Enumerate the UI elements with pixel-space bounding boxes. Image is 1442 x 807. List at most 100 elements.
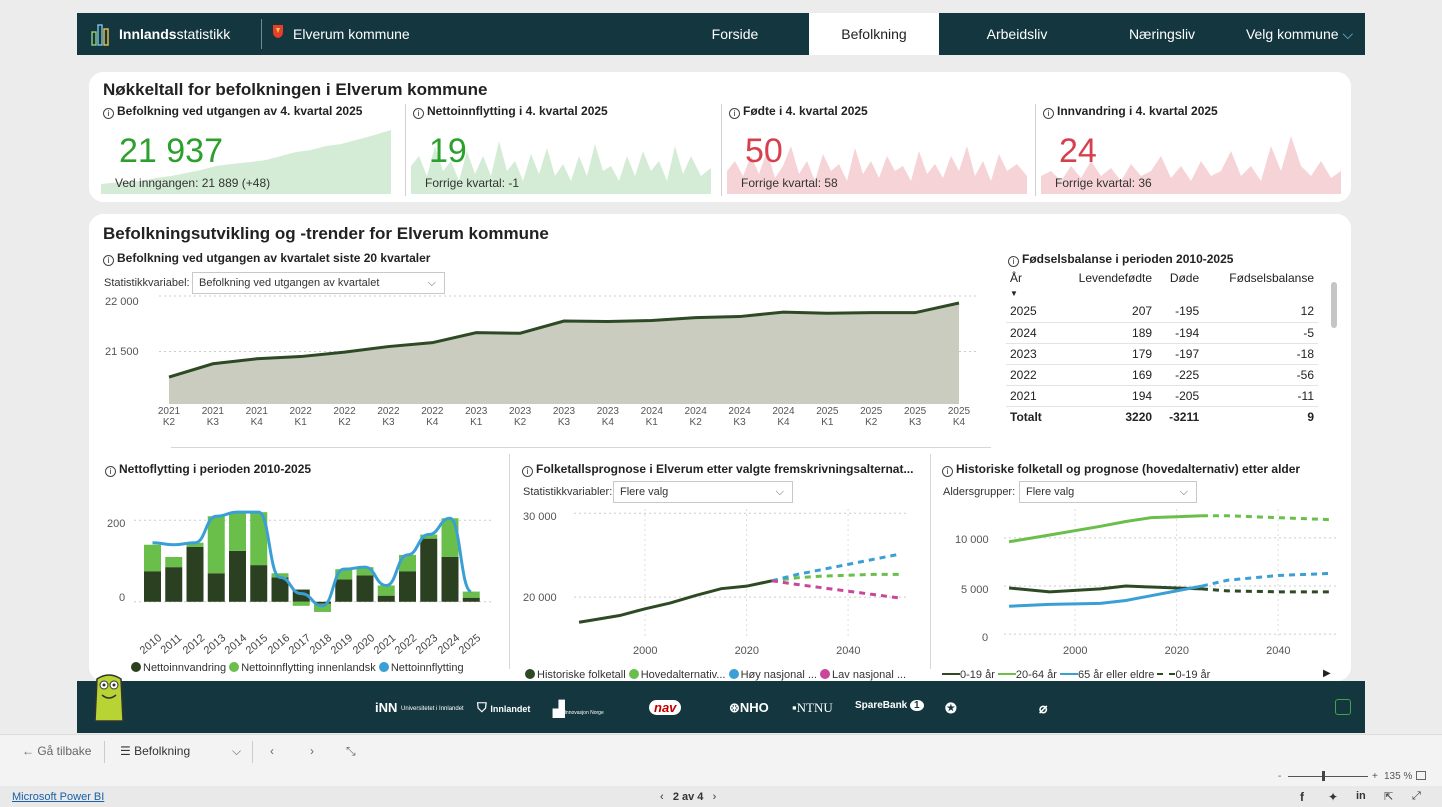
cell: 2024 xyxy=(1006,322,1056,344)
sponsor-sparebank[interactable]: SpareBank 1 xyxy=(855,700,924,711)
col-header-levendefodte[interactable]: Levendefødte xyxy=(1055,271,1156,301)
trends-title: Befolkningsutvikling og -trender for Elv… xyxy=(103,224,549,243)
kommune-name: Elverum kommune xyxy=(293,26,410,42)
sponsor-logo[interactable]: ⌀ xyxy=(1039,700,1047,717)
x-tick: 2017 xyxy=(286,632,313,657)
col-header-aar[interactable]: År ▼ xyxy=(1006,271,1055,301)
expand-icon[interactable]: ⤢ xyxy=(1412,790,1421,803)
x-tick: 2020 xyxy=(1164,645,1190,657)
cell: -56 xyxy=(1203,364,1318,386)
legend-item[interactable]: Nettoinnflytting innenlandsk xyxy=(229,662,376,674)
tab-forside[interactable]: Forside xyxy=(685,13,785,55)
brand-name: Innlandsstatistikk xyxy=(119,26,231,42)
cell: 3220 xyxy=(1125,409,1153,424)
zoom-level: 135 % xyxy=(1384,771,1413,782)
stat-dropdown[interactable]: Befolkning ved utgangen av kvartalet ⌵ xyxy=(192,272,445,294)
info-icon[interactable]: i xyxy=(103,108,114,119)
info-icon[interactable]: i xyxy=(105,466,116,477)
zoom-slider[interactable] xyxy=(1288,776,1368,777)
powerbi-link[interactable]: Microsoft Power BI xyxy=(12,791,104,803)
kpi-label: i Befolkning ved utgangen av 4. kvartal 2… xyxy=(103,104,362,119)
y-tick: 20 000 xyxy=(523,592,557,604)
y-tick: 22 000 xyxy=(105,296,139,308)
twitter-icon[interactable]: ✦ xyxy=(1328,790,1338,804)
kpi-value: 19 xyxy=(429,132,467,170)
nho-icon: ⊛ xyxy=(729,700,740,715)
sponsor-inn[interactable]: iNN Universitetet i Innlandet xyxy=(375,700,464,715)
x-tick: 2000 xyxy=(1063,645,1088,657)
sponsor-innlandet[interactable]: ⛉ Innlandet xyxy=(477,700,530,716)
col-header-fodselsbalanse[interactable]: Fødselsbalanse xyxy=(1203,271,1318,301)
x-tick: 2025 K3 xyxy=(903,406,927,428)
table-scrollbar[interactable] xyxy=(1331,282,1337,328)
chevron-down-icon[interactable]: ⌵ xyxy=(232,744,241,759)
cell: -205 xyxy=(1156,385,1204,407)
zoom-in-button[interactable]: + xyxy=(1372,771,1378,782)
facebook-icon[interactable]: f xyxy=(1300,790,1304,804)
app-icon[interactable] xyxy=(1335,699,1351,715)
bar-nettoinnvandring xyxy=(441,556,459,602)
info-icon[interactable]: i xyxy=(942,466,953,477)
sponsor-nho[interactable]: ⊛NHO xyxy=(729,700,769,716)
circle-slash-icon: ⌀ xyxy=(1039,700,1048,716)
sponsor-innovasjon-norge[interactable]: ▟Innovasjon Norge xyxy=(553,700,604,718)
sponsor-statsforvalteren[interactable]: ✪ xyxy=(945,700,957,717)
legend-item[interactable]: Høy nasjonal ... xyxy=(728,669,817,681)
cell: 194 xyxy=(1055,385,1157,407)
zoom-slider-thumb[interactable] xyxy=(1322,771,1325,781)
collapse-icon[interactable]: ⤡ xyxy=(346,744,356,759)
info-icon[interactable]: i xyxy=(1043,108,1054,119)
legend-item[interactable]: Hovedalternativ... xyxy=(628,669,726,681)
cell: -195 xyxy=(1156,301,1204,323)
info-icon[interactable]: i xyxy=(522,466,533,477)
bar-nettoinnvandring xyxy=(399,571,416,602)
arrow-left-icon: ← xyxy=(22,744,34,758)
alder-dropdown[interactable]: Flere valg ⌵ xyxy=(1019,481,1197,503)
netto-chart-title: i Nettoflytting i perioden 2010-2025 xyxy=(105,462,311,477)
legend-next-arrow-icon[interactable]: ▶ xyxy=(1323,668,1331,679)
back-button[interactable]: ← Gå tilbake xyxy=(22,744,91,758)
page-selector[interactable]: ☰ Befolkning xyxy=(120,744,190,758)
prev-page-button[interactable]: ‹ xyxy=(270,744,274,758)
linkedin-icon[interactable]: in xyxy=(1356,790,1366,802)
next-page-button[interactable]: › xyxy=(310,744,314,758)
prognose-chart xyxy=(574,509,909,639)
cell: 9 xyxy=(1307,409,1314,424)
bar-nettoinnvandring xyxy=(186,546,204,602)
series-lav-nasjonal- xyxy=(771,579,900,600)
prognose-dropdown[interactable]: Flere valg ⌵ xyxy=(613,481,793,503)
zoom-out-button[interactable]: - xyxy=(1278,771,1281,782)
table-row: 2022 169 -225 -56 xyxy=(1006,364,1318,386)
tab-naeringsliv[interactable]: Næringsliv xyxy=(1102,13,1222,55)
sponsor-footer: iNN Universitetet i Innlandet ⛉ Innlande… xyxy=(77,674,1365,733)
info-icon[interactable]: i xyxy=(1008,256,1019,267)
next-icon[interactable]: › xyxy=(713,791,717,803)
legend-item[interactable]: 65 år eller eldre xyxy=(1059,669,1154,681)
prev-icon[interactable]: ‹ xyxy=(660,791,664,803)
legend-item[interactable]: Nettoinnflytting xyxy=(378,662,464,674)
crest-icon: ✪ xyxy=(945,700,957,716)
info-icon[interactable]: i xyxy=(729,108,740,119)
x-tick: 2016 xyxy=(265,632,292,657)
bar-nettoinnflytting-innenlandsk xyxy=(165,556,183,568)
info-icon[interactable]: i xyxy=(413,108,424,119)
legend-item[interactable]: Historiske folketall xyxy=(525,669,626,681)
sponsor-nav[interactable]: nav xyxy=(649,700,682,715)
tab-befolkning[interactable]: Befolkning xyxy=(809,13,939,55)
divider xyxy=(930,454,931,669)
col-header-dode[interactable]: Døde xyxy=(1156,271,1203,301)
legend-item[interactable]: 20-64 år xyxy=(997,669,1057,681)
velg-kommune-dropdown[interactable]: Velg kommune ⌵ xyxy=(1237,13,1362,55)
kpi-label: i Innvandring i 4. kvartal 2025 xyxy=(1043,104,1218,119)
legend-item[interactable]: 0-19 år xyxy=(942,669,995,681)
share-icon[interactable]: ⇱ xyxy=(1384,790,1393,803)
legend-item[interactable]: Nettoinnvandring xyxy=(131,662,226,674)
sponsor-ntnu[interactable]: ▪NTNU xyxy=(792,700,833,716)
top-navigation: Innlandsstatistikk Elverum kommune Forsi… xyxy=(77,13,1365,55)
tab-arbeidsliv[interactable]: Arbeidsliv xyxy=(962,13,1072,55)
info-icon[interactable]: i xyxy=(103,255,114,266)
fit-page-icon[interactable] xyxy=(1416,771,1426,780)
legend-item[interactable]: 0-19 år xyxy=(1157,669,1210,681)
legend-item[interactable]: Lav nasjonal ... xyxy=(820,669,906,681)
bar-nettoinnvandring xyxy=(335,579,353,602)
